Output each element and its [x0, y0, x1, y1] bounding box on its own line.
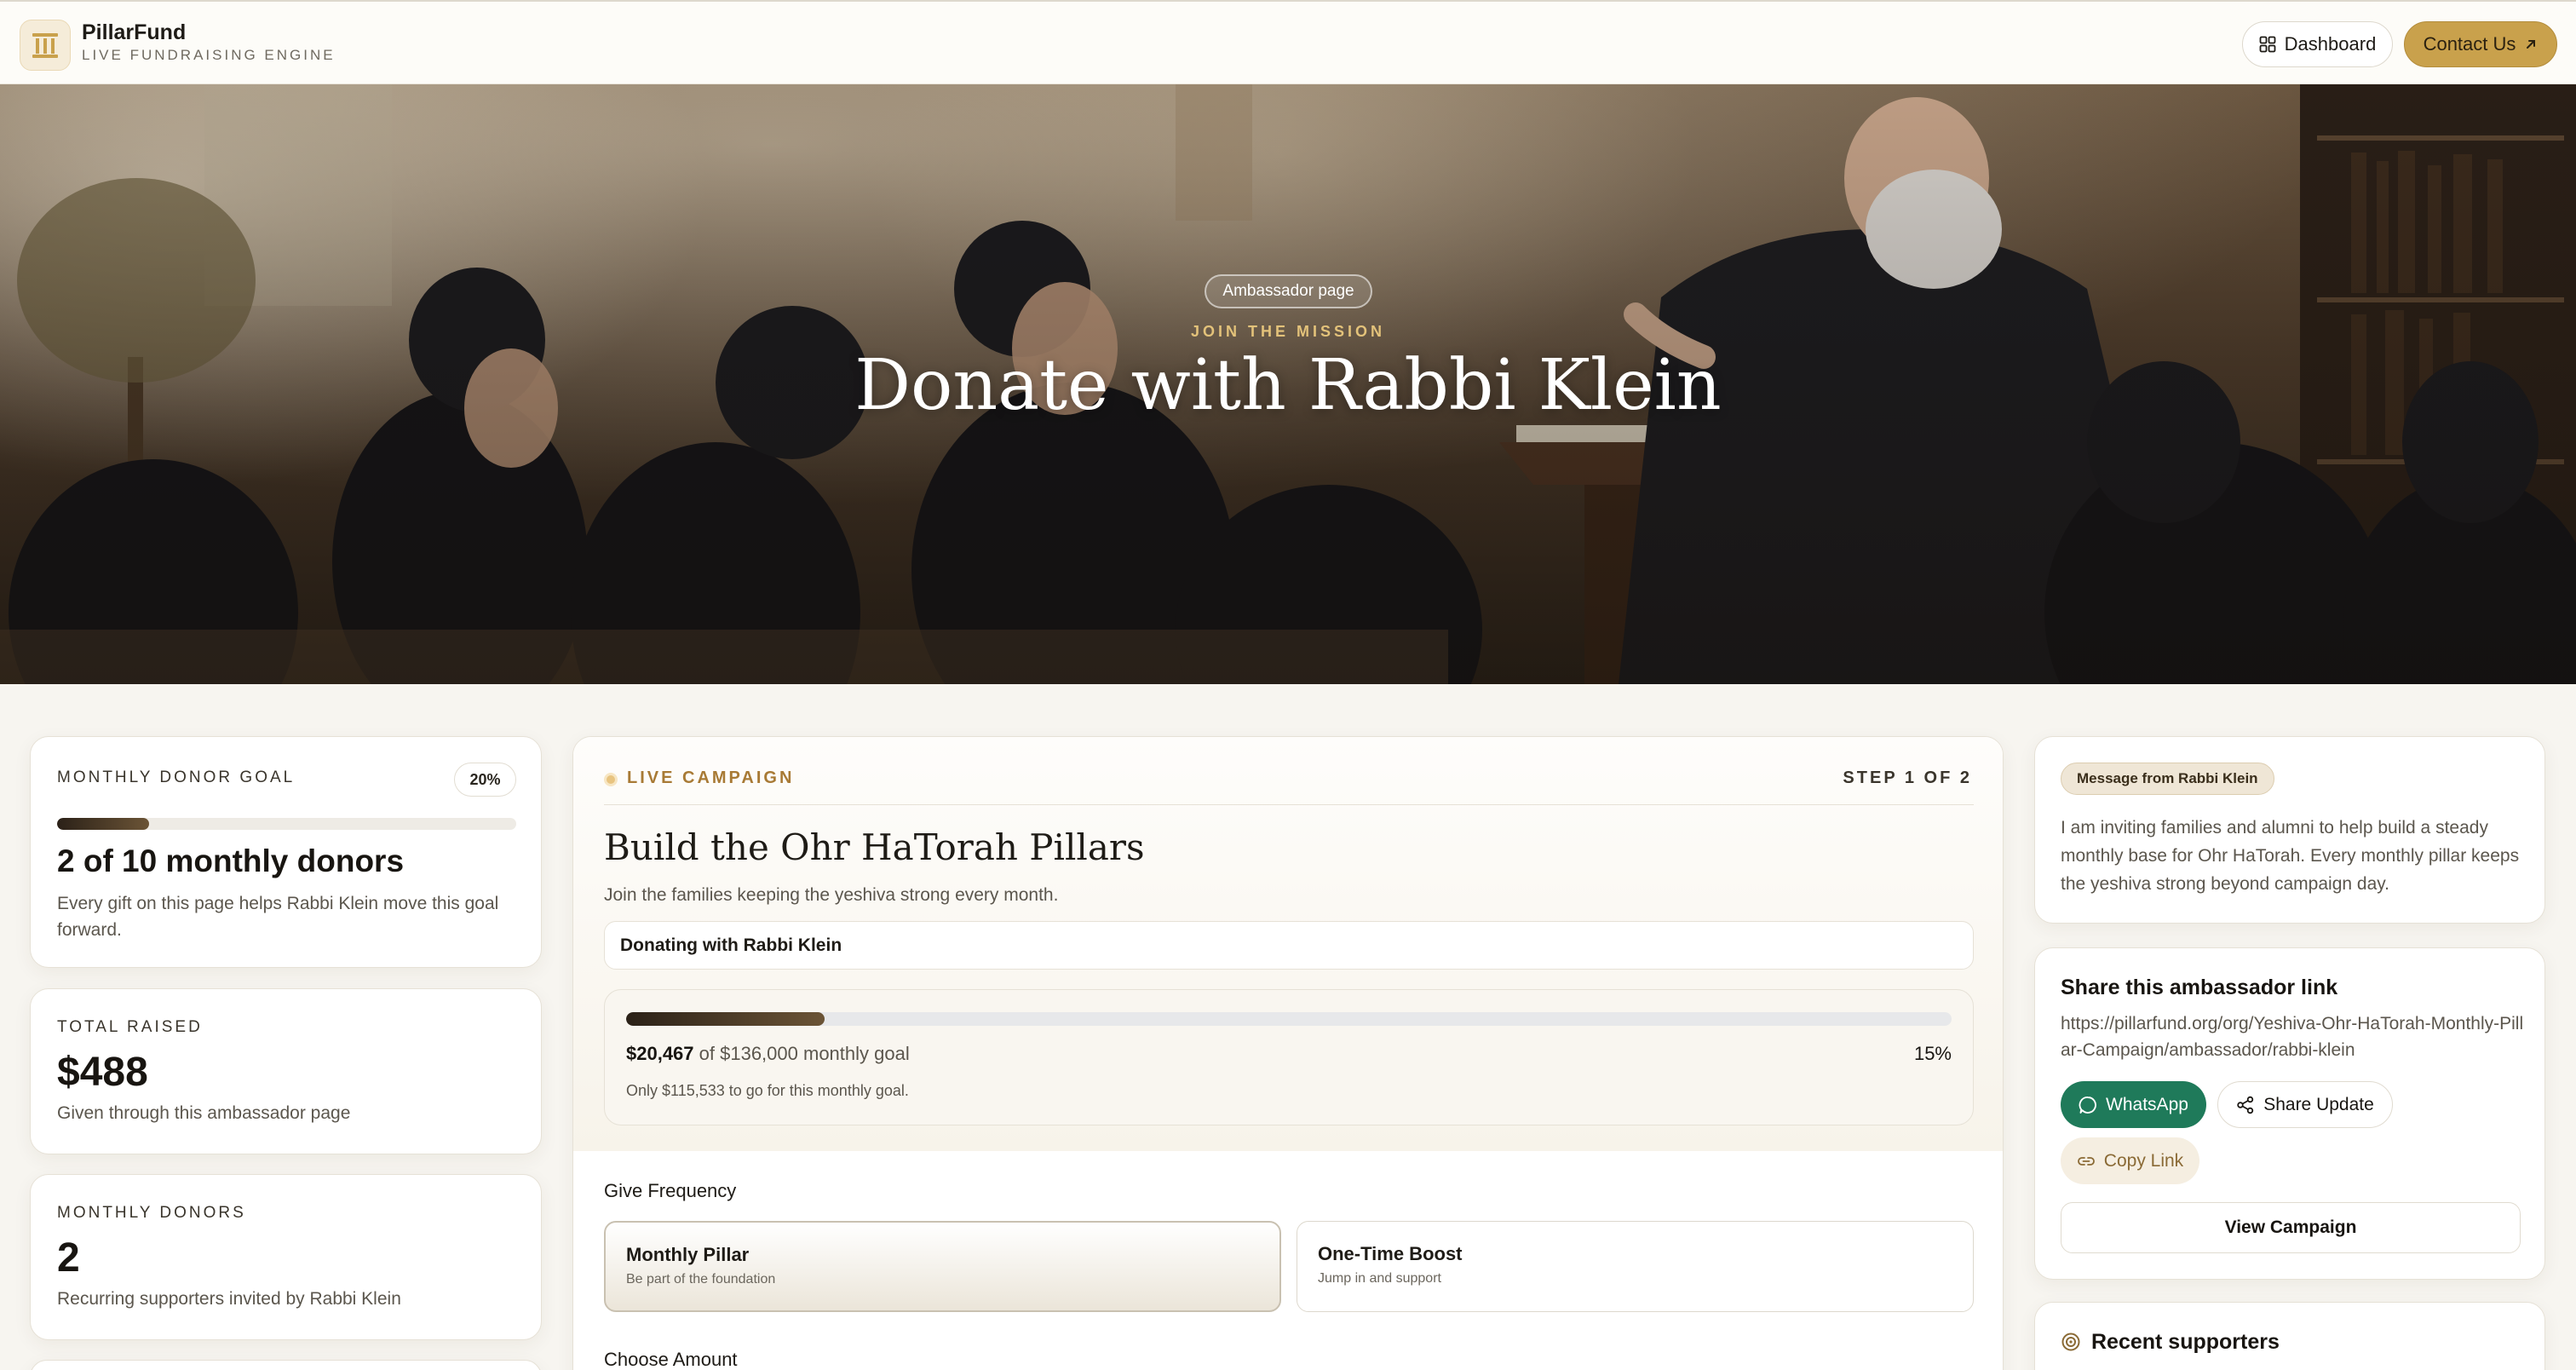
copy-link-label: Copy Link	[2103, 1150, 2184, 1171]
whatsapp-icon	[2079, 1096, 2097, 1114]
frequency-option-desc: Be part of the foundation	[626, 1272, 776, 1287]
target-icon	[2061, 1333, 2080, 1351]
frequency-option-one-time-boost[interactable]: One-Time Boost Jump in and support	[1297, 1221, 1974, 1312]
campaign-title: Build the Ohr HaTorah Pillars	[604, 826, 1145, 868]
campaign-percent: 15%	[1913, 1043, 1952, 1064]
message-from-pill: Message from Rabbi Klein	[2061, 763, 2274, 795]
brand-tagline: LIVE FUNDRAISING ENGINE	[82, 47, 336, 63]
give-frequency-label: Give Frequency	[604, 1180, 737, 1201]
monthly-donors-sub: Recurring supporters invited by Rabbi Kl…	[57, 1289, 401, 1309]
live-campaign-label: LIVE CAMPAIGN	[627, 768, 795, 787]
donating-with-field: Donating with Rabbi Klein	[604, 921, 1974, 970]
campaign-raised-line: $20,467 of $136,000 monthly goal	[626, 1043, 910, 1065]
frequency-option-title: One-Time Boost	[1318, 1243, 1463, 1264]
contact-us-button[interactable]: Contact Us	[2404, 21, 2557, 67]
brand-name[interactable]: PillarFund	[82, 20, 186, 45]
share-update-button[interactable]: Share Update	[2217, 1081, 2393, 1128]
monthly-donors-label: MONTHLY DONORS	[57, 1204, 246, 1222]
share-update-label: Share Update	[2263, 1094, 2374, 1114]
campaign-raised-amount: $20,467	[626, 1043, 694, 1064]
whatsapp-label: WhatsApp	[2106, 1094, 2188, 1114]
campaign-remaining-note: Only $115,533 to go for this monthly goa…	[626, 1082, 909, 1099]
link-icon	[2077, 1156, 2095, 1166]
step-indicator: STEP 1 OF 2	[1843, 768, 1972, 787]
live-dot-icon	[604, 773, 618, 786]
whatsapp-button[interactable]: WhatsApp	[2061, 1081, 2206, 1128]
hero-kicker: JOIN THE MISSION	[1190, 323, 1386, 340]
view-campaign-button[interactable]: View Campaign	[2061, 1202, 2521, 1253]
message-text: I am inviting families and alumni to hel…	[2061, 818, 2520, 894]
goal-label: MONTHLY DONOR GOAL	[57, 768, 296, 786]
ambassador-message-card: Message from Rabbi Klein I am inviting f…	[2034, 736, 2545, 924]
total-raised-sub: Given through this ambassador page	[57, 1103, 351, 1123]
total-raised-label: TOTAL RAISED	[57, 1018, 203, 1036]
pillar-logo-icon[interactable]	[20, 20, 71, 71]
campaign-progress-panel: $20,467 of $136,000 monthly goal 15% Onl…	[604, 989, 1974, 1125]
contact-label: Contact Us	[2423, 33, 2516, 55]
share-title: Share this ambassador link	[2061, 976, 2338, 999]
goal-progress-bar	[57, 818, 516, 830]
view-campaign-label: View Campaign	[2224, 1217, 2357, 1237]
arrow-up-right-icon	[2527, 40, 2536, 49]
goal-headline: 2 of 10 monthly donors	[57, 843, 405, 878]
top-nav: PillarFund LIVE FUNDRAISING ENGINE Dashb…	[0, 0, 2576, 84]
goal-description: Every gift on this page helps Rabbi Klei…	[57, 894, 499, 940]
frequency-option-monthly-pillar[interactable]: Monthly Pillar Be part of the foundation	[604, 1221, 1281, 1312]
hero-title: Donate with Rabbi Klein	[854, 345, 1722, 426]
donating-with-text: Donating with Rabbi Klein	[620, 935, 842, 955]
dashboard-button[interactable]: Dashboard	[2242, 21, 2393, 67]
choose-amount-label: Choose Amount	[604, 1349, 738, 1370]
ambassador-link-url[interactable]: https://pillarfund.org/org/Yeshiva-Ohr-H…	[2061, 1010, 2527, 1063]
frequency-option-desc: Jump in and support	[1318, 1271, 1441, 1286]
left-card-partial	[30, 1360, 542, 1370]
monthly-donors-card: MONTHLY DONORS 2 Recurring supporters in…	[30, 1174, 542, 1340]
monthly-donors-value: 2	[57, 1235, 80, 1281]
recent-supporters-card: Recent supporters	[2034, 1302, 2545, 1370]
recent-supporters-title: Recent supporters	[2091, 1330, 2280, 1354]
campaign-goal-text: of $136,000 monthly goal	[699, 1043, 910, 1064]
divider	[604, 804, 1974, 805]
goal-percent-badge: 20%	[454, 763, 516, 797]
frequency-option-title: Monthly Pillar	[626, 1244, 750, 1265]
share-link-card: Share this ambassador link https://pilla…	[2034, 947, 2545, 1280]
goal-progress-fill	[57, 818, 149, 830]
total-raised-value: $488	[57, 1050, 148, 1095]
copy-link-button[interactable]: Copy Link	[2061, 1137, 2199, 1184]
ambassador-page-badge: Ambassador page	[1205, 274, 1372, 308]
campaign-subtitle: Join the families keeping the yeshiva st…	[604, 885, 1059, 905]
share-icon	[2237, 1096, 2254, 1114]
dashboard-label: Dashboard	[2284, 33, 2377, 55]
campaign-progress-bar	[626, 1012, 1952, 1026]
total-raised-card: TOTAL RAISED $488 Given through this amb…	[30, 988, 542, 1154]
campaign-card: LIVE CAMPAIGN STEP 1 OF 2 Build the Ohr …	[572, 736, 2004, 1370]
hero-banner: Ambassador page JOIN THE MISSION Donate …	[0, 84, 2576, 684]
monthly-donor-goal-card: MONTHLY DONOR GOAL 20% 2 of 10 monthly d…	[30, 736, 542, 968]
campaign-progress-fill	[626, 1012, 825, 1026]
grid-icon	[2259, 36, 2276, 53]
